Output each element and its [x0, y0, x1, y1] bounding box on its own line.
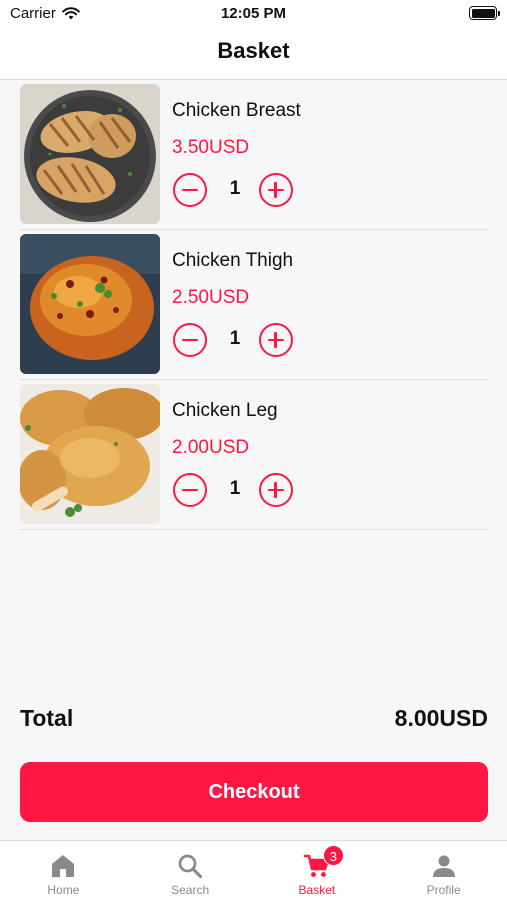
tab-home[interactable]: Home — [0, 841, 127, 900]
home-icon — [52, 855, 75, 877]
decrease-quantity-button[interactable] — [173, 323, 207, 357]
quantity-stepper: 1 — [173, 173, 293, 207]
tab-label: Profile — [426, 883, 461, 897]
basket-item: Chicken Leg 2.00USD 1 — [20, 380, 488, 530]
tab-search[interactable]: Search — [127, 841, 254, 900]
battery-icon — [469, 6, 500, 20]
tab-bar: Home Search 3 Basket Profile — [0, 840, 507, 900]
nav-header: Basket — [0, 28, 507, 80]
person-icon — [432, 855, 455, 877]
basket-item: Chicken Thigh 2.50USD 1 — [20, 230, 488, 380]
checkout-button[interactable]: Checkout — [20, 762, 488, 822]
item-name: Chicken Breast — [172, 100, 301, 121]
quantity-value: 1 — [229, 178, 241, 199]
status-right — [469, 6, 500, 20]
basket-item: Chicken Breast 3.50USD 1 — [20, 80, 488, 230]
minus-icon — [181, 488, 198, 492]
increase-quantity-button[interactable] — [259, 323, 293, 357]
search-icon — [178, 854, 203, 879]
increase-quantity-button[interactable] — [259, 473, 293, 507]
item-price: 3.50USD — [172, 137, 250, 158]
item-price: 2.50USD — [172, 287, 250, 308]
item-name: Chicken Leg — [172, 400, 278, 421]
page-title: Basket — [217, 38, 290, 63]
total-value: 8.00USD — [394, 705, 488, 731]
decrease-quantity-button[interactable] — [173, 473, 207, 507]
minus-icon — [181, 338, 198, 342]
decrease-quantity-button[interactable] — [173, 173, 207, 207]
tab-label: Search — [171, 883, 210, 897]
tab-profile[interactable]: Profile — [380, 841, 507, 900]
status-time: 12:05 PM — [220, 5, 287, 22]
cart-count-badge: 3 — [322, 845, 344, 866]
tab-label: Home — [47, 883, 80, 897]
tab-basket[interactable]: 3 Basket — [254, 841, 381, 900]
status-bar: Carrier 12:05 PM — [0, 0, 507, 28]
chicken-thigh-image — [20, 234, 160, 374]
item-name: Chicken Thigh — [172, 250, 294, 271]
minus-icon — [181, 188, 198, 192]
quantity-stepper: 1 — [173, 323, 293, 357]
tab-label: Basket — [298, 883, 336, 897]
item-price: 2.00USD — [172, 437, 250, 458]
quantity-stepper: 1 — [173, 473, 293, 507]
total-label: Total — [20, 705, 74, 731]
quantity-value: 1 — [229, 328, 241, 349]
total-row: Total 8.00USD — [20, 705, 488, 735]
increase-quantity-button[interactable] — [259, 173, 293, 207]
basket-list: Chicken Breast 3.50USD 1 Chicken Thigh 2… — [20, 80, 488, 530]
chicken-breast-image — [20, 84, 160, 224]
quantity-value: 1 — [229, 478, 241, 499]
chicken-leg-image — [20, 384, 160, 524]
